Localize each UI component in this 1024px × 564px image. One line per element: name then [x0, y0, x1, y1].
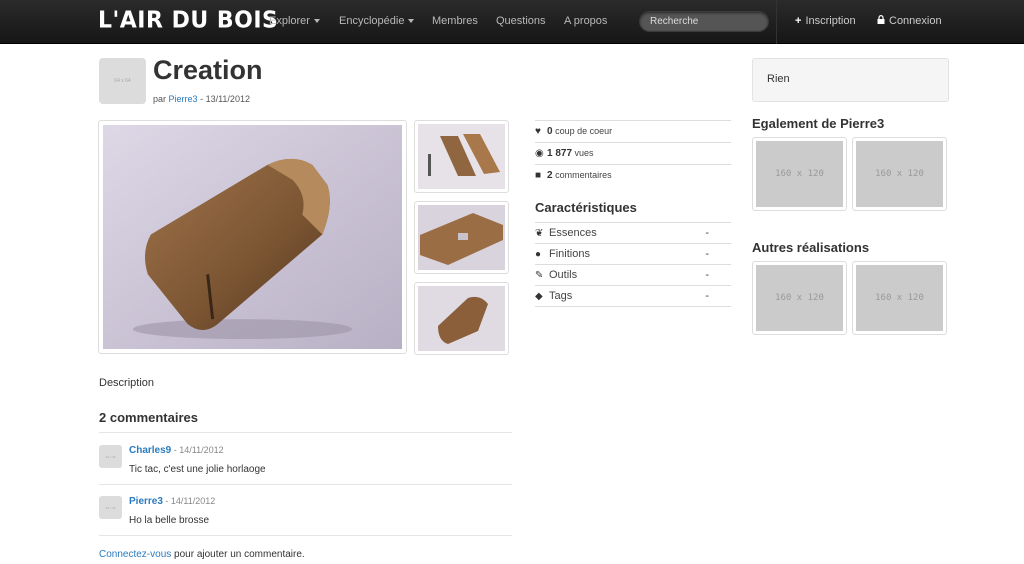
views-label: vues	[574, 148, 594, 158]
sidebar-info-box: Rien	[752, 58, 949, 102]
also-by-title: Egalement de Pierre3	[752, 116, 885, 131]
signup-link[interactable]: + Inscription	[795, 15, 856, 27]
navbar-divider	[776, 0, 777, 44]
comment-separator: -	[162, 496, 171, 506]
drop-icon: ●	[535, 249, 542, 260]
caret-down-icon	[313, 19, 320, 24]
nav-explorer[interactable]: Explorer	[269, 15, 320, 27]
comment-divider	[99, 484, 512, 485]
comment-divider	[99, 535, 512, 536]
comment-icon: ■	[535, 170, 542, 181]
comments-divider	[99, 432, 512, 433]
wood-block-photo	[103, 125, 402, 349]
project-date: 13/11/2012	[205, 94, 250, 104]
characteristics-title: Caractéristiques	[535, 200, 637, 215]
description: Description	[99, 377, 155, 389]
likes-count: 0	[547, 126, 553, 137]
placeholder-image: 160 x 120	[856, 141, 943, 207]
nav-questions[interactable]: Questions	[496, 15, 546, 27]
page-title: Creation	[153, 55, 263, 85]
other-works-thumb-1[interactable]: 160 x 120	[752, 261, 847, 335]
login-link[interactable]: Connexion	[877, 15, 942, 27]
char-label: Tags	[549, 290, 573, 302]
heart-icon: ♥	[535, 126, 541, 137]
char-row-finitions: ● Finitions -	[535, 243, 731, 264]
wrench-icon: ✎	[535, 270, 544, 281]
char-label: Outils	[549, 269, 578, 281]
thumb-image-3	[418, 286, 505, 351]
also-by-thumb-2[interactable]: 160 x 120	[852, 137, 947, 211]
nav-encyclopedie-label: Encyclopédie	[339, 15, 405, 27]
comment-header: Charles9 - 14/11/2012	[129, 445, 224, 456]
nav-membres[interactable]: Membres	[432, 15, 478, 27]
char-value: -	[705, 248, 709, 260]
other-works-thumb-2[interactable]: 160 x 120	[852, 261, 947, 335]
comment-date: 14/11/2012	[179, 445, 224, 455]
author-link[interactable]: Pierre3	[169, 94, 198, 104]
lock-icon	[877, 15, 885, 27]
comments-label: commentaires	[555, 170, 612, 180]
stat-views: ◉ 1 877 vues	[535, 142, 731, 164]
char-label: Essences	[549, 227, 597, 239]
comment-text: Ho la belle brosse	[129, 515, 210, 526]
login-prompt-text: pour ajouter un commentaire.	[171, 549, 305, 560]
leaf-icon: ❦	[535, 228, 544, 239]
placeholder-image: 160 x 120	[756, 141, 843, 207]
char-row-essences: ❦ Essences -	[535, 222, 731, 243]
comment-date: 14/11/2012	[170, 496, 216, 506]
site-logo[interactable]: L'AIR DU BOIS	[98, 7, 278, 33]
comments-title: 2 commentaires	[99, 410, 198, 425]
thumb-image-2	[418, 205, 505, 270]
char-label: Finitions	[549, 248, 590, 260]
char-row-outils: ✎ Outils -	[535, 264, 731, 285]
char-value: -	[705, 269, 709, 281]
search-input[interactable]	[639, 11, 769, 32]
login-label: Connexion	[889, 15, 942, 27]
comment-avatar[interactable]: 32 x 32	[99, 445, 122, 468]
nav-explorer-label: Explorer	[269, 15, 310, 27]
tags-icon: ◆	[535, 291, 543, 302]
placeholder-image: 160 x 120	[756, 265, 843, 331]
caret-down-icon	[408, 19, 415, 24]
eye-icon: ◉	[535, 148, 544, 159]
comment-author-link[interactable]: Charles9	[129, 445, 171, 456]
author-avatar[interactable]: 64 x 64	[99, 58, 146, 104]
thumb-image-1	[418, 124, 505, 189]
char-value: -	[705, 290, 709, 302]
top-navbar: L'AIR DU BOIS Explorer Encyclopédie Memb…	[0, 0, 1024, 44]
char-row-tags: ◆ Tags -	[535, 285, 731, 306]
likes-label: coup de coeur	[555, 126, 613, 136]
main-photo[interactable]	[98, 120, 407, 354]
nav-encyclopedie[interactable]: Encyclopédie	[339, 15, 415, 27]
comment-text: Tic tac, c'est une jolie horlaoge	[129, 464, 266, 475]
comment-avatar[interactable]: 32 x 32	[99, 496, 122, 519]
photo-thumb-1[interactable]	[414, 120, 509, 193]
char-value: -	[705, 227, 709, 239]
photo-thumb-2[interactable]	[414, 201, 509, 274]
comment-header: Pierre3 - 14/11/2012	[129, 496, 215, 507]
login-prompt: Connectez-vous pour ajouter un commentai…	[99, 549, 305, 560]
photo-thumb-3[interactable]	[414, 282, 509, 355]
byline-prefix: par	[153, 94, 167, 104]
login-to-comment-link[interactable]: Connectez-vous	[99, 549, 171, 560]
comment-author-link[interactable]: Pierre3	[129, 496, 163, 507]
placeholder-image: 160 x 120	[856, 265, 943, 331]
stat-likes: ♥ 0 coup de coeur	[535, 120, 731, 142]
byline-separator: -	[200, 94, 204, 104]
plus-icon: +	[795, 15, 802, 27]
signup-label: Inscription	[805, 15, 856, 27]
stat-comments: ■ 2 commentaires	[535, 164, 731, 186]
views-count: 1 877	[547, 148, 573, 159]
other-works-title: Autres réalisations	[752, 240, 870, 255]
byline: par Pierre3 - 13/11/2012	[153, 94, 250, 104]
nav-apropos[interactable]: A propos	[564, 15, 607, 27]
char-bottom-line	[535, 306, 731, 307]
also-by-thumb-1[interactable]: 160 x 120	[752, 137, 847, 211]
comments-count: 2	[547, 170, 553, 181]
